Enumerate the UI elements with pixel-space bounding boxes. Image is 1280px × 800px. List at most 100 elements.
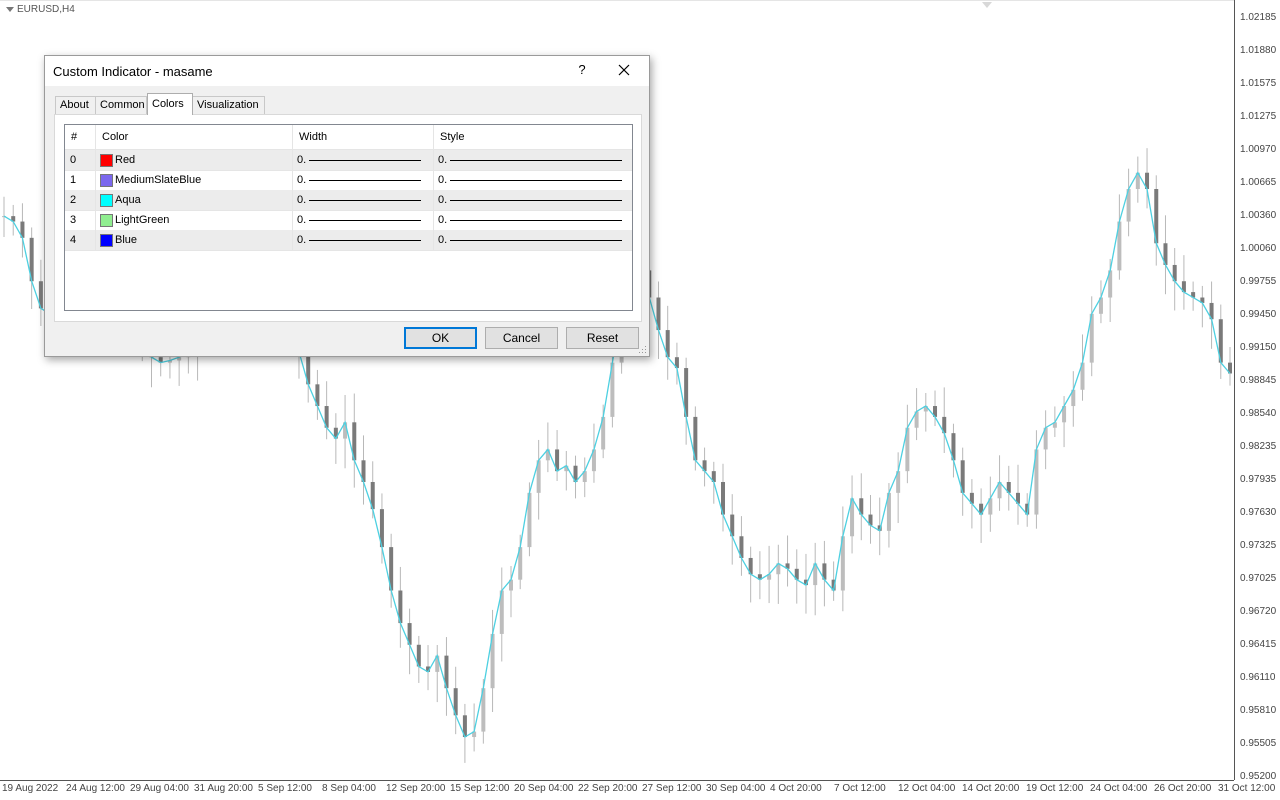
style-value: 0. (438, 234, 448, 246)
style-line-preview (450, 160, 622, 161)
dialog-titlebar[interactable]: Custom Indicator - masame ? (45, 56, 649, 86)
color-picker[interactable]: MediumSlateBlue (96, 170, 293, 190)
price-tick-label: 1.00060 (1240, 243, 1277, 254)
time-tick-label: 30 Sep 04:00 (706, 783, 766, 794)
time-tick-label: 12 Oct 04:00 (898, 783, 956, 794)
row-index: 0 (65, 150, 96, 170)
color-name: MediumSlateBlue (115, 174, 202, 186)
style-value: 0. (438, 194, 448, 206)
col-width-header[interactable]: Width (293, 125, 434, 149)
price-tick-label: 1.02185 (1240, 12, 1277, 23)
price-tick-label: 1.01275 (1240, 111, 1277, 122)
color-picker[interactable]: Blue (96, 230, 293, 250)
width-select[interactable]: 0. (293, 210, 434, 230)
time-tick-label: 19 Aug 2022 (2, 783, 59, 794)
price-tick-label: 0.99150 (1240, 342, 1277, 353)
color-row[interactable]: 0 Red 0. 0. (65, 150, 632, 171)
width-value: 0. (297, 194, 307, 206)
cancel-button[interactable]: Cancel (485, 327, 558, 349)
color-swatch (100, 174, 113, 187)
price-tick-label: 0.99450 (1240, 309, 1277, 320)
tab-visualization[interactable]: Visualization (192, 96, 265, 114)
colors-panel: # Color Width Style 0 Red 0. 0. 1 MediumSlate… (54, 114, 642, 322)
style-select[interactable]: 0. (434, 230, 632, 250)
color-name: Blue (115, 234, 138, 246)
row-index: 3 (65, 210, 96, 230)
width-select[interactable]: 0. (293, 170, 434, 190)
width-select[interactable]: 0. (293, 230, 434, 250)
style-value: 0. (438, 174, 448, 186)
col-style-header[interactable]: Style (434, 125, 632, 149)
time-tick-label: 24 Oct 04:00 (1090, 783, 1148, 794)
time-tick-label: 29 Aug 04:00 (130, 783, 189, 794)
style-select[interactable]: 0. (434, 170, 632, 190)
time-tick-label: 31 Oct 12:00 (1218, 783, 1276, 794)
width-select[interactable]: 0. (293, 190, 434, 210)
width-value: 0. (297, 234, 307, 246)
style-line-preview (450, 180, 622, 181)
style-value: 0. (438, 214, 448, 226)
time-tick-label: 20 Sep 04:00 (514, 783, 574, 794)
style-line-preview (450, 200, 622, 201)
time-tick-label: 31 Aug 20:00 (194, 783, 253, 794)
price-tick-label: 0.95200 (1240, 771, 1277, 782)
color-row[interactable]: 4 Blue 0. 0. (65, 230, 632, 251)
tab-about[interactable]: About (55, 96, 97, 114)
color-row[interactable]: 1 MediumSlateBlue 0. 0. (65, 170, 632, 191)
time-tick-label: 14 Oct 20:00 (962, 783, 1020, 794)
price-tick-label: 0.97025 (1240, 573, 1277, 584)
time-tick-label: 19 Oct 12:00 (1026, 783, 1084, 794)
ok-button[interactable]: OK (404, 327, 477, 349)
price-tick-label: 1.00360 (1240, 210, 1277, 221)
resize-grip-icon[interactable] (639, 346, 647, 354)
tab-colors[interactable]: Colors (147, 93, 193, 115)
color-name: Red (115, 154, 136, 166)
width-value: 0. (297, 214, 307, 226)
price-tick-label: 0.95505 (1240, 738, 1277, 749)
style-select[interactable]: 0. (434, 190, 632, 210)
col-index-header[interactable]: # (65, 125, 96, 149)
width-line-preview (309, 240, 421, 241)
width-value: 0. (297, 154, 307, 166)
color-picker[interactable]: Aqua (96, 190, 293, 210)
grid-header: # Color Width Style (65, 125, 632, 150)
style-select[interactable]: 0. (434, 210, 632, 230)
chart-shift-marker[interactable] (982, 2, 992, 8)
style-value: 0. (438, 154, 448, 166)
style-select[interactable]: 0. (434, 150, 632, 170)
symbol-label[interactable]: EURUSD,H4 (6, 4, 75, 15)
price-tick-label: 0.97630 (1240, 507, 1277, 518)
time-tick-label: 5 Sep 12:00 (258, 783, 312, 794)
price-tick-label: 0.96415 (1240, 639, 1277, 650)
reset-button[interactable]: Reset (566, 327, 639, 349)
width-value: 0. (297, 174, 307, 186)
color-row[interactable]: 2 Aqua 0. 0. (65, 190, 632, 211)
price-tick-label: 1.01880 (1240, 45, 1277, 56)
color-swatch (100, 154, 113, 167)
row-index: 1 (65, 170, 96, 190)
width-line-preview (309, 180, 421, 181)
price-tick-label: 1.00970 (1240, 144, 1277, 155)
price-tick-label: 0.96110 (1240, 672, 1276, 683)
symbol-text: EURUSD,H4 (17, 4, 75, 15)
help-button[interactable]: ? (574, 62, 590, 80)
col-color-header[interactable]: Color (96, 125, 293, 149)
width-select[interactable]: 0. (293, 150, 434, 170)
color-row[interactable]: 3 LightGreen 0. 0. (65, 210, 632, 231)
price-tick-label: 1.00665 (1240, 177, 1277, 188)
price-tick-label: 0.98540 (1240, 408, 1277, 419)
color-swatch (100, 234, 113, 247)
time-tick-label: 8 Sep 04:00 (322, 783, 376, 794)
dialog-title: Custom Indicator - masame (53, 64, 213, 79)
price-tick-label: 1.01575 (1240, 78, 1277, 89)
color-picker[interactable]: LightGreen (96, 210, 293, 230)
style-line-preview (450, 240, 622, 241)
close-icon[interactable] (613, 60, 635, 82)
price-tick-label: 0.98845 (1240, 375, 1277, 386)
time-tick-label: 12 Sep 20:00 (386, 783, 446, 794)
price-tick-label: 0.97325 (1240, 540, 1277, 551)
tab-common[interactable]: Common (95, 96, 147, 114)
row-index: 2 (65, 190, 96, 210)
color-picker[interactable]: Red (96, 150, 293, 170)
time-tick-label: 4 Oct 20:00 (770, 783, 822, 794)
